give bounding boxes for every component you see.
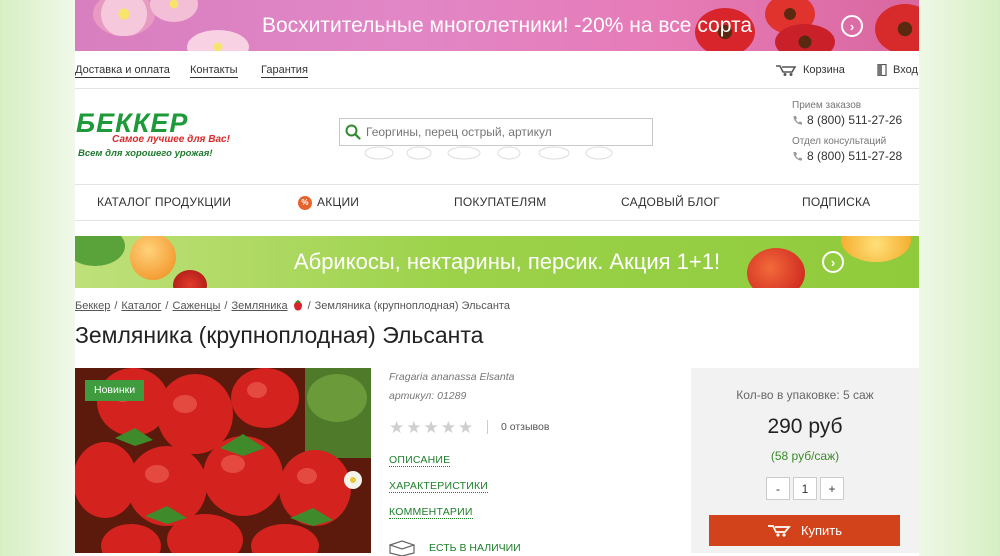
delivery-link[interactable]: Доставка и оплата (75, 63, 170, 78)
nav-promo[interactable]: % АКЦИИ (298, 185, 359, 220)
breadcrumb-separator: / (114, 299, 118, 312)
breadcrumb-catalog[interactable]: Каталог (121, 300, 161, 312)
top-links: Доставка и оплата Контакты Гарантия Корз… (75, 63, 919, 79)
quantity-stepper: - 1 + (766, 477, 844, 500)
star-icon: ★ (423, 418, 439, 437)
logo-slogan: Самое лучшее для Вас! (112, 134, 230, 145)
buy-button-label: Купить (800, 523, 843, 538)
nav-blog[interactable]: САДОВЫЙ БЛОГ (621, 185, 720, 220)
percent-icon: % (298, 195, 312, 210)
cart-label: Корзина (803, 64, 845, 76)
orders-phone[interactable]: 8 (800) 511-27-26 (792, 113, 919, 127)
star-icon: ★ (389, 418, 405, 437)
guarantee-link[interactable]: Гарантия (261, 63, 308, 78)
mid-promo-banner[interactable]: Абрикосы, нектарины, персик. Акция 1+1! … (75, 236, 919, 288)
top-banner-text: Восхитительные многолетники! -20% на все… (261, 14, 753, 37)
login-label: Вход (893, 64, 918, 76)
decrease-button[interactable]: - (766, 477, 790, 500)
cart-link[interactable]: Корзина (775, 63, 845, 77)
consult-label: Отдел консультаций (792, 136, 887, 147)
increase-button[interactable]: + (820, 477, 844, 500)
nav-buyers[interactable]: ПОКУПАТЕЛЯМ (454, 185, 546, 220)
top-promo-banner[interactable]: Восхитительные многолетники! -20% на все… (75, 0, 919, 51)
contacts: Прием заказов 8 (800) 511-27-26 Отдел ко… (792, 100, 919, 163)
breadcrumb-home[interactable]: Беккер (75, 300, 110, 312)
box-icon (389, 540, 415, 556)
orders-phone-number: 8 (800) 511-27-26 (807, 113, 903, 127)
vegetables-decoration (364, 146, 613, 160)
phone-icon (793, 151, 802, 161)
stock-status: ЕСТЬ В НАЛИЧИИ (389, 540, 521, 556)
breadcrumb: Беккер / Каталог / Саженцы / Земляника /… (75, 299, 510, 312)
divider (75, 88, 919, 89)
search-icon[interactable] (340, 124, 366, 140)
price: 290 руб (767, 415, 843, 438)
page-title: Земляника (крупноплодная) Эльсанта (75, 322, 484, 348)
mid-banner-text: Абрикосы, нектарины, персик. Акция 1+1! (293, 249, 721, 274)
page: Восхитительные многолетники! -20% на все… (75, 0, 919, 556)
unit-price: (58 руб/саж) (770, 449, 840, 463)
breadcrumb-current: Земляника (крупноплодная) Эльсанта (314, 299, 510, 312)
star-icon: ★ (458, 418, 474, 437)
buy-box: Кол-во в упаковке: 5 саж 290 руб (58 руб… (691, 368, 919, 553)
latin-name: Fragaria ananassa Elsanta (389, 371, 515, 383)
wheelbarrow-icon (767, 525, 791, 537)
arrow-right-icon[interactable]: › (841, 15, 863, 37)
nav-subscribe[interactable]: ПОДПИСКА (802, 185, 870, 220)
orders-label: Прием заказов (792, 100, 862, 111)
main-nav: КАТАЛОГ ПРОДУКЦИИ % АКЦИИ ПОКУПАТЕЛЯМ СА… (75, 185, 919, 220)
stock-label: ЕСТЬ В НАЛИЧИИ (429, 542, 521, 554)
nav-catalog[interactable]: КАТАЛОГ ПРОДУКЦИИ (97, 185, 231, 220)
breadcrumb-separator: / (165, 299, 169, 312)
tab-description[interactable]: ОПИСАНИЕ (389, 454, 451, 467)
rating-stars[interactable]: ★ ★ ★ ★ ★ (389, 419, 473, 436)
logo-tagline: Всем для хорошего урожая! (78, 148, 213, 159)
login-link[interactable]: Вход (877, 63, 918, 77)
strawberry-icon (293, 300, 302, 311)
consult-phone[interactable]: 8 (800) 511-27-28 (792, 149, 919, 163)
contacts-link[interactable]: Контакты (190, 63, 238, 78)
arrow-right-icon[interactable]: › (822, 251, 844, 273)
product-sku: артикул: 01289 (389, 390, 467, 402)
pack-quantity: Кол-во в упаковке: 5 саж (736, 388, 874, 402)
buy-button[interactable]: Купить (709, 515, 900, 546)
new-badge: Новинки (85, 380, 145, 401)
tab-comments[interactable]: КОММЕНТАРИИ (389, 506, 473, 519)
breadcrumb-strawberry[interactable]: Земляника (231, 300, 287, 312)
divider (75, 220, 919, 221)
product-info: Fragaria ananassa Elsanta артикул: 01289… (389, 368, 679, 556)
reviews-count[interactable]: 0 отзывов (487, 420, 549, 434)
door-icon (877, 64, 887, 76)
breadcrumb-separator: / (224, 299, 228, 312)
quantity-field[interactable]: 1 (793, 477, 817, 500)
star-icon: ★ (440, 418, 456, 437)
star-icon: ★ (406, 418, 422, 437)
tab-characteristics[interactable]: ХАРАКТЕРИСТИКИ (389, 480, 489, 493)
phone-icon (793, 115, 802, 125)
search-box[interactable] (339, 118, 653, 146)
breadcrumb-separator: / (307, 299, 311, 312)
logo[interactable]: БЕККЕР Самое лучшее для Вас! Всем для хо… (76, 108, 230, 160)
breadcrumb-seedlings[interactable]: Саженцы (172, 300, 220, 312)
consult-phone-number: 8 (800) 511-27-28 (807, 149, 903, 163)
nav-promo-label: АКЦИИ (317, 195, 360, 209)
search-input[interactable] (366, 125, 646, 139)
wheelbarrow-icon (776, 65, 797, 76)
